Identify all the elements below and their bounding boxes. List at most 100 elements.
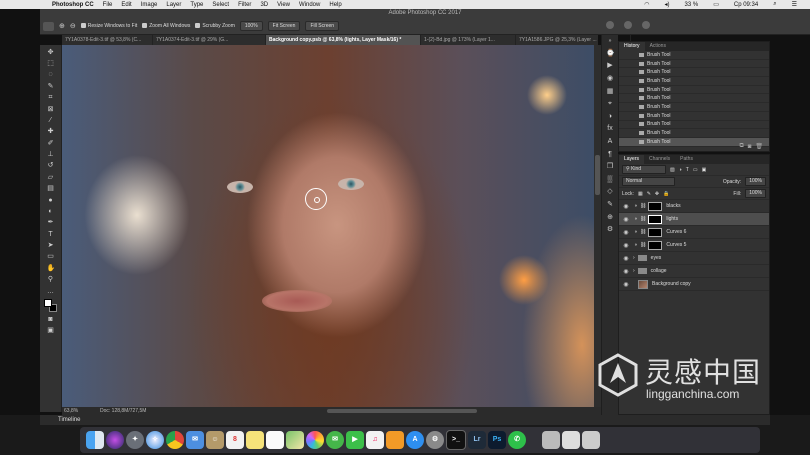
visibility-eye-icon[interactable]: ◉ [622, 229, 630, 236]
search-icon[interactable]: ⌕ [773, 1, 776, 8]
menu-layer[interactable]: Layer [166, 2, 181, 8]
shape-tool-icon[interactable]: ▭ [47, 253, 55, 261]
filter-kind-dropdown[interactable]: ⚲ Kind [622, 165, 666, 174]
frame-tool-icon[interactable]: ⊠ [47, 106, 55, 114]
safari-icon[interactable]: ✧ [146, 431, 164, 449]
eraser-tool-icon[interactable]: ▱ [47, 174, 55, 182]
quick-select-tool-icon[interactable]: ✎ [47, 83, 55, 91]
zoom-in-icon[interactable]: ⊕ [59, 22, 65, 30]
layer-row-lights[interactable]: ◉ ◑ ⛓ lights [619, 213, 769, 226]
menu-image[interactable]: Image [141, 2, 158, 8]
tab-history[interactable]: History [619, 42, 645, 51]
history-state[interactable]: Brush Tool [619, 121, 769, 130]
launchpad-icon[interactable]: ✦ [126, 431, 144, 449]
tab-document-2[interactable]: 7Y1A0374-Edit-3.tif @ 29% (G... [153, 35, 266, 45]
filter-type-icon[interactable]: T [686, 167, 689, 173]
contacts-icon[interactable]: ☺ [206, 431, 224, 449]
system-preferences-icon[interactable]: ⚙ [426, 431, 444, 449]
menu-help[interactable]: Help [329, 2, 341, 8]
actions-panel-icon[interactable]: ▶ [606, 62, 614, 70]
menu-select[interactable]: Select [212, 2, 229, 8]
menu-window[interactable]: Window [299, 2, 320, 8]
collapse-panels-icon[interactable]: » [606, 37, 614, 45]
blend-mode-dropdown[interactable]: Normal [622, 177, 675, 186]
character-panel-icon[interactable]: A [606, 138, 614, 146]
crop-tool-icon[interactable]: ⌗ [47, 94, 55, 102]
photos-icon[interactable] [306, 431, 324, 449]
tab-paths[interactable]: Paths [675, 155, 698, 164]
resize-windows-checkbox[interactable]: Resize Windows to Fit [80, 23, 137, 29]
chrome-icon[interactable] [166, 431, 184, 449]
lock-all-icon[interactable]: 🔒 [663, 191, 669, 197]
tab-document-4[interactable]: 1-(2)-Bd.jpg @ 173% (Layer 1... [421, 35, 516, 45]
channels-panel-icon[interactable]: ▒ [606, 176, 614, 184]
history-brush-icon[interactable]: ↺ [47, 162, 55, 170]
fill-input[interactable]: 100% [745, 189, 766, 198]
history-panel-icon[interactable]: ⌚ [606, 50, 615, 58]
menu-view[interactable]: View [277, 2, 290, 8]
new-document-from-state-icon[interactable]: ⧉ [739, 143, 743, 150]
hand-tool-icon[interactable]: ✋ [47, 265, 56, 273]
eyedropper-tool-icon[interactable]: ⁄ [47, 117, 55, 125]
move-tool-icon[interactable]: ✥ [47, 49, 55, 57]
foreground-color-swatch[interactable] [43, 299, 52, 308]
layer-row-curves-6[interactable]: ◉ ◑ ⛓ Curves 6 [619, 226, 769, 239]
history-state[interactable]: Brush Tool [619, 51, 769, 60]
type-tool-icon[interactable]: T [47, 231, 55, 239]
layer-row-curves-5[interactable]: ◉ ◑ ⛓ Curves 5 [619, 239, 769, 252]
lightroom-icon[interactable]: Lr [468, 431, 486, 449]
history-state[interactable]: Brush Tool [619, 77, 769, 86]
history-state[interactable]: Brush Tool [619, 94, 769, 104]
visibility-eye-icon[interactable]: ◉ [622, 255, 630, 262]
history-state[interactable]: Brush Tool [619, 103, 769, 112]
clone-stamp-icon[interactable]: ⊥ [47, 151, 55, 159]
filter-adjust-icon[interactable]: ◑ [679, 167, 682, 173]
layer-mask-thumbnail[interactable] [648, 214, 663, 224]
filter-smart-icon[interactable]: ▣ [702, 167, 707, 173]
finder-icon[interactable] [86, 431, 104, 449]
tab-actions[interactable]: Actions [645, 42, 671, 51]
layer-mask-thumbnail[interactable] [648, 201, 663, 211]
opacity-input[interactable]: 100% [745, 177, 766, 186]
brush-settings-icon[interactable]: ✎ [606, 201, 614, 209]
siri-icon[interactable] [106, 431, 124, 449]
reminders-icon[interactable] [266, 431, 284, 449]
ibooks-icon[interactable] [386, 431, 404, 449]
history-state[interactable]: Brush Tool [619, 60, 769, 69]
healing-brush-icon[interactable]: ✚ [47, 128, 55, 136]
menu-file[interactable]: File [103, 2, 113, 8]
wifi-icon[interactable]: ◠ [644, 1, 649, 8]
lock-position-icon[interactable]: ✥ [655, 191, 659, 197]
gradient-tool-icon[interactable]: ▤ [47, 185, 55, 193]
filter-shape-icon[interactable]: ▭ [693, 167, 698, 173]
lasso-tool-icon[interactable]: ◌ [47, 71, 55, 79]
menu-type[interactable]: Type [190, 2, 203, 8]
messages-icon[interactable]: ✉ [326, 431, 344, 449]
marquee-tool-icon[interactable]: ⬚ [47, 60, 55, 68]
color-panel-icon[interactable]: ◉ [606, 75, 614, 83]
group-expand-chevron-icon[interactable]: › [633, 268, 635, 274]
timeline-panel-tab[interactable]: Timeline [40, 415, 770, 425]
swatches-panel-icon[interactable]: ▦ [606, 88, 614, 96]
workspace-icon[interactable] [624, 21, 632, 29]
whatsapp-icon[interactable]: ✆ [508, 431, 526, 449]
itunes-icon[interactable]: ♫ [366, 431, 384, 449]
snapshot-icon[interactable]: ◙ [748, 144, 752, 150]
zoom-tool-preset-icon[interactable] [43, 21, 54, 31]
layer-group-collage[interactable]: ◉ › collage [619, 265, 769, 278]
horizontal-scroll-thumb[interactable] [327, 409, 477, 413]
menu-3d[interactable]: 3D [260, 2, 268, 8]
document-canvas[interactable] [62, 45, 594, 407]
brush-tool-icon[interactable]: ✐ [47, 140, 55, 148]
trash-icon[interactable]: 🗑 [755, 143, 763, 150]
facetime-icon[interactable]: ▶ [346, 431, 364, 449]
menu-filter[interactable]: Filter [238, 2, 251, 8]
documents-stack-icon[interactable] [562, 431, 580, 449]
volume-icon[interactable]: ◂) [665, 1, 670, 8]
downloads-stack-icon[interactable] [542, 431, 560, 449]
navigator-panel-icon[interactable]: ⌖ [606, 100, 614, 108]
tab-layers[interactable]: Layers [619, 155, 645, 164]
paragraph-panel-icon[interactable]: ¶ [606, 151, 614, 159]
scrubby-zoom-checkbox[interactable]: Scrubby Zoom [195, 23, 235, 29]
layer-mask-thumbnail[interactable] [648, 240, 663, 250]
